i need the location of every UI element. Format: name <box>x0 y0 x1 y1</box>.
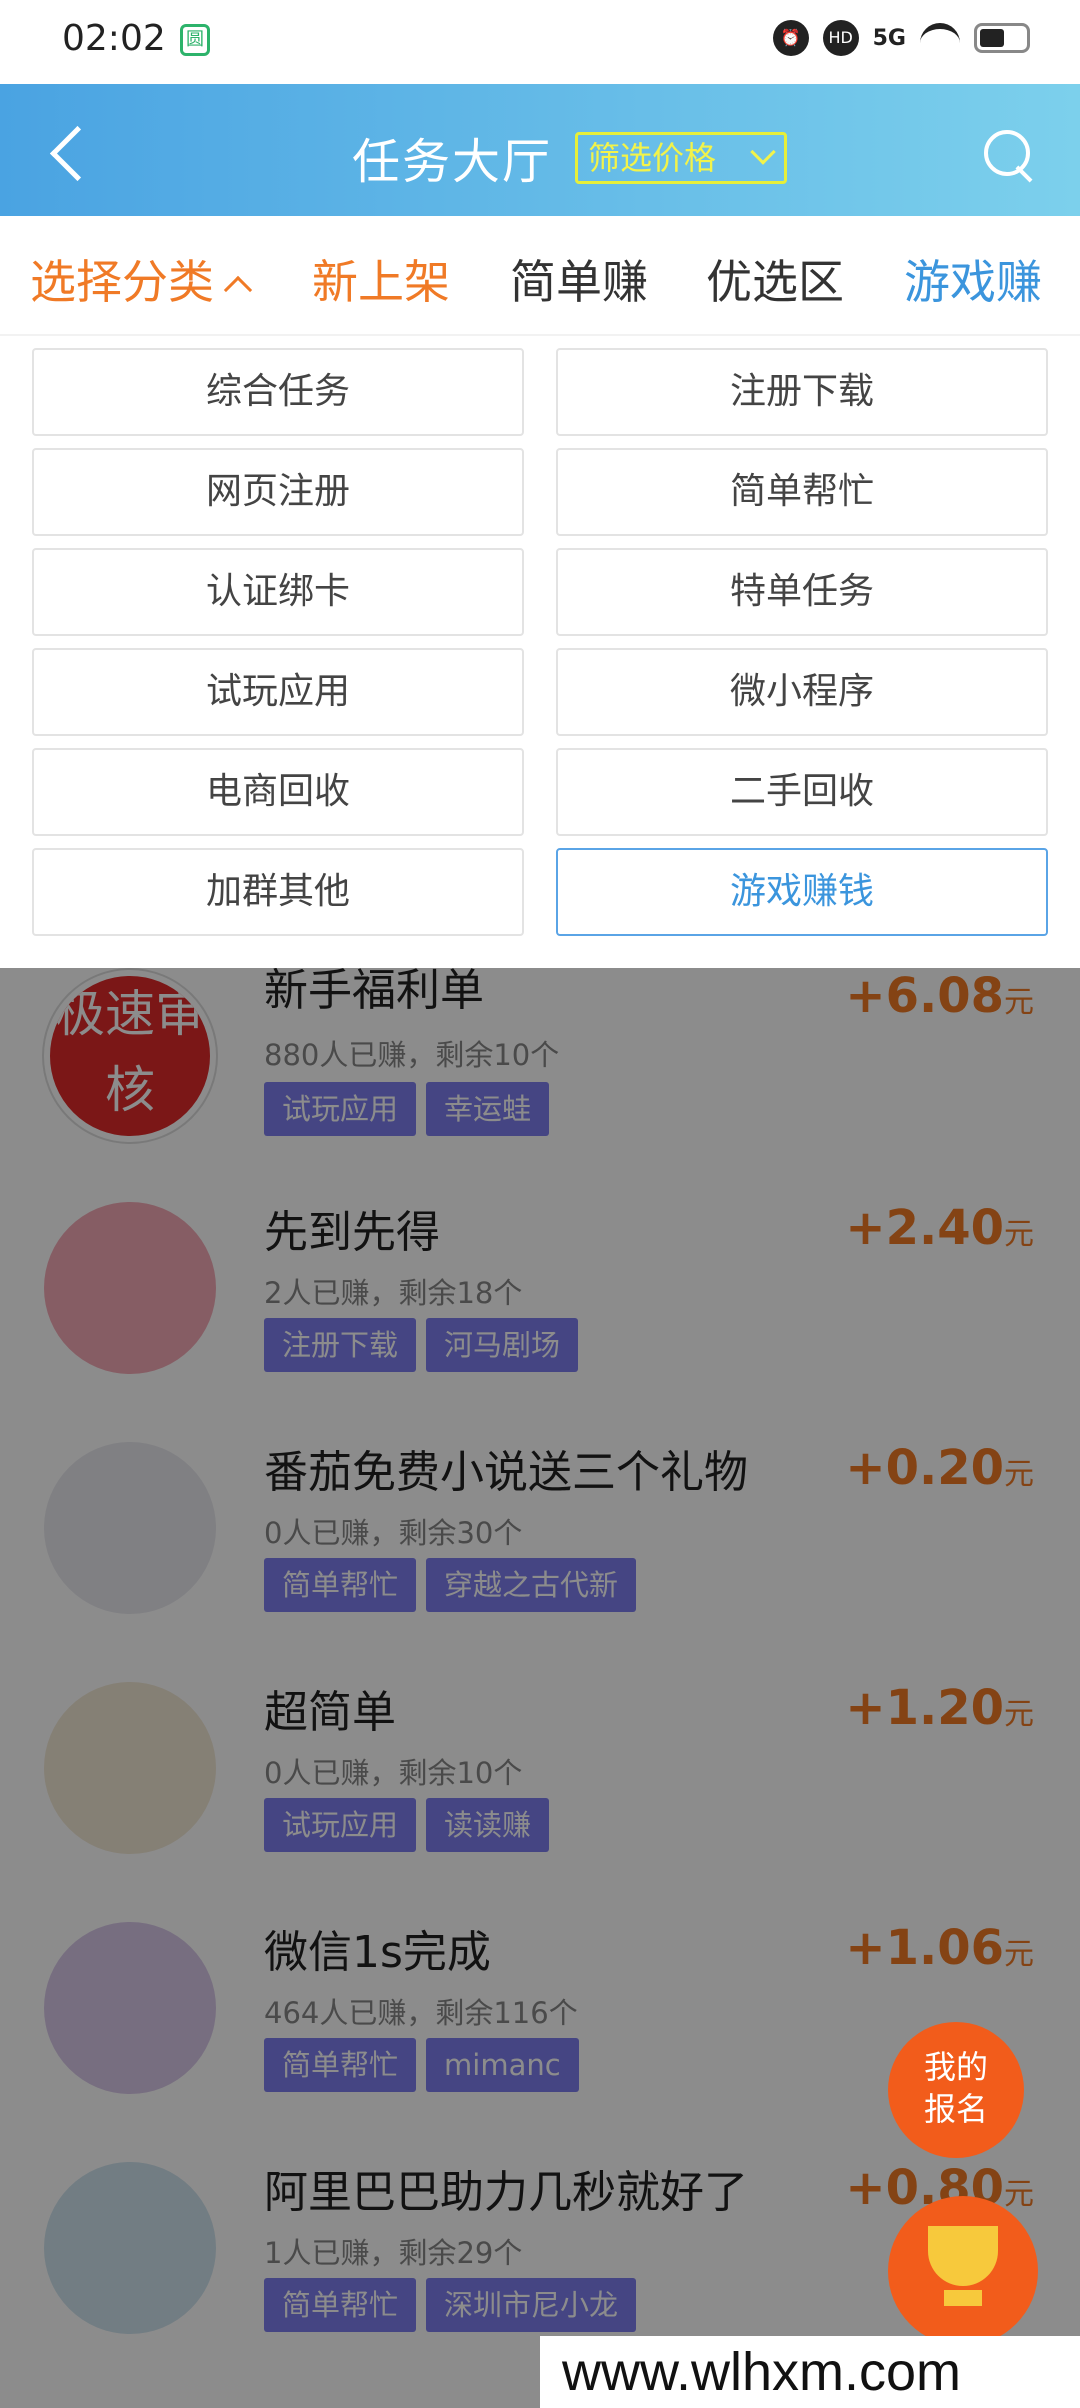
alarm-icon: ⏰ <box>772 20 809 56</box>
category-option[interactable]: 认证绑卡 <box>32 548 524 636</box>
category-option[interactable]: 电商回收 <box>32 748 524 836</box>
task-stats: 464人已赚，剩余116个 <box>264 1996 578 2030</box>
ranking-trophy-button[interactable] <box>888 2196 1038 2346</box>
task-price: +6.08元 <box>845 968 1034 1024</box>
tag: 幸运蛙 <box>426 1082 550 1136</box>
tag: 简单帮忙 <box>264 2038 417 2092</box>
task-title: 番茄免费小说送三个礼物 <box>264 1447 748 1498</box>
signal-icon: 5G <box>872 25 906 51</box>
task-list: 极速审核 新手福利单 880人已赚，剩余10个 试玩应用 幸运蛙 +6.08元 … <box>0 968 1080 2408</box>
category-option-selected[interactable]: 游戏赚钱 <box>556 848 1048 936</box>
task-stats: 0人已赚，剩余30个 <box>264 1516 523 1550</box>
category-dropdown: 综合任务 注册下载 网页注册 简单帮忙 认证绑卡 特单任务 试玩应用 微小程序 … <box>0 336 1080 968</box>
avatar: 极速审核 <box>44 970 216 1142</box>
tab-easy-earn[interactable]: 简单赚 <box>510 246 648 312</box>
category-option[interactable]: 综合任务 <box>32 348 524 436</box>
watermark: www.wlhxm.com <box>540 2336 1080 2408</box>
task-tags: 注册下载 河马剧场 <box>264 1318 579 1372</box>
avatar <box>44 2162 216 2334</box>
category-option[interactable]: 注册下载 <box>556 348 1048 436</box>
task-title: 微信1s完成 <box>264 1927 491 1978</box>
hd-icon: HD <box>822 20 859 56</box>
status-bar: 02:02 圆 ⏰ HD 5G <box>0 0 1080 84</box>
tag: 试玩应用 <box>264 1082 417 1136</box>
list-item[interactable]: 番茄免费小说送三个礼物 0人已赚，剩余30个 简单帮忙 穿越之古代新 +0.20… <box>0 1436 1080 1676</box>
list-item[interactable]: 超简单 0人已赚，剩余10个 试玩应用 读读赚 +1.20元 <box>0 1676 1080 1916</box>
category-option[interactable]: 加群其他 <box>32 848 524 936</box>
chevron-down-icon <box>750 139 776 165</box>
app-notification-icon: 圆 <box>180 24 210 56</box>
task-price: +0.20元 <box>845 1440 1034 1496</box>
category-option[interactable]: 试玩应用 <box>32 648 524 736</box>
filter-price-dropdown[interactable]: 筛选价格 <box>575 132 787 184</box>
list-item[interactable]: 先到先得 2人已赚，剩余18个 注册下载 河马剧场 +2.40元 <box>0 1196 1080 1436</box>
task-price: +1.06元 <box>845 1920 1034 1976</box>
tag: 穿越之古代新 <box>426 1558 637 1612</box>
tag: 读读赚 <box>426 1798 550 1852</box>
tag: 试玩应用 <box>264 1798 417 1852</box>
category-option[interactable]: 简单帮忙 <box>556 448 1048 536</box>
page-title: 任务大厅 <box>352 134 553 190</box>
task-stats: 1人已赚，剩余29个 <box>264 2236 523 2270</box>
task-tags: 试玩应用 幸运蛙 <box>264 1082 550 1136</box>
trophy-icon <box>928 2226 998 2286</box>
chevron-up-icon <box>223 275 253 304</box>
filter-price-label: 筛选价格 <box>588 139 717 177</box>
tab-featured[interactable]: 优选区 <box>706 246 844 312</box>
status-icons: ⏰ HD 5G <box>772 20 1030 56</box>
task-tags: 简单帮忙 穿越之古代新 <box>264 1558 637 1612</box>
category-option[interactable]: 特单任务 <box>556 548 1048 636</box>
trophy-base <box>944 2290 982 2306</box>
avatar <box>44 1442 216 1614</box>
wifi-icon <box>920 23 960 53</box>
tab-select-category[interactable]: 选择分类 <box>30 246 253 312</box>
tag: mimanc <box>426 2038 579 2092</box>
search-icon[interactable] <box>978 124 1040 186</box>
fab-label-line2: 报名 <box>923 2090 988 2128</box>
category-option[interactable]: 微小程序 <box>556 648 1048 736</box>
task-stats: 880人已赚，剩余10个 <box>264 1038 560 1072</box>
list-item[interactable]: 极速审核 新手福利单 880人已赚，剩余10个 试玩应用 幸运蛙 +6.08元 <box>0 968 1080 1204</box>
my-signup-button[interactable]: 我的 报名 <box>888 2022 1024 2158</box>
tab-label: 选择分类 <box>30 255 214 309</box>
category-tabs: 选择分类 新上架 简单赚 优选区 游戏赚 <box>0 216 1080 336</box>
tab-game-earn[interactable]: 游戏赚 <box>904 246 1042 312</box>
tag: 简单帮忙 <box>264 2278 417 2332</box>
back-arrow-icon[interactable] <box>44 120 104 180</box>
task-tags: 简单帮忙 深圳市尼小龙 <box>264 2278 637 2332</box>
tab-new[interactable]: 新上架 <box>312 246 450 312</box>
tag: 深圳市尼小龙 <box>426 2278 637 2332</box>
task-stats: 2人已赚，剩余18个 <box>264 1276 523 1310</box>
tag: 注册下载 <box>264 1318 417 1372</box>
app-header: 任务大厅 筛选价格 <box>0 84 1080 216</box>
avatar <box>44 1922 216 2094</box>
tag: 河马剧场 <box>426 1318 579 1372</box>
task-price: +2.40元 <box>845 1200 1034 1256</box>
task-tags: 试玩应用 读读赚 <box>264 1798 550 1852</box>
avatar <box>44 1682 216 1854</box>
task-title: 超简单 <box>264 1687 396 1738</box>
category-option[interactable]: 网页注册 <box>32 448 524 536</box>
category-option[interactable]: 二手回收 <box>556 748 1048 836</box>
task-title: 新手福利单 <box>264 968 484 1016</box>
battery-icon <box>974 23 1030 53</box>
task-stats: 0人已赚，剩余10个 <box>264 1756 523 1790</box>
task-title: 阿里巴巴助力几秒就好了 <box>264 2167 748 2218</box>
task-tags: 简单帮忙 mimanc <box>264 2038 579 2092</box>
task-price: +1.20元 <box>845 1680 1034 1736</box>
avatar <box>44 1202 216 1374</box>
task-title: 先到先得 <box>264 1207 440 1258</box>
tag: 简单帮忙 <box>264 1558 417 1612</box>
fab-label-line1: 我的 <box>923 2048 988 2086</box>
status-time: 02:02 <box>62 18 166 59</box>
